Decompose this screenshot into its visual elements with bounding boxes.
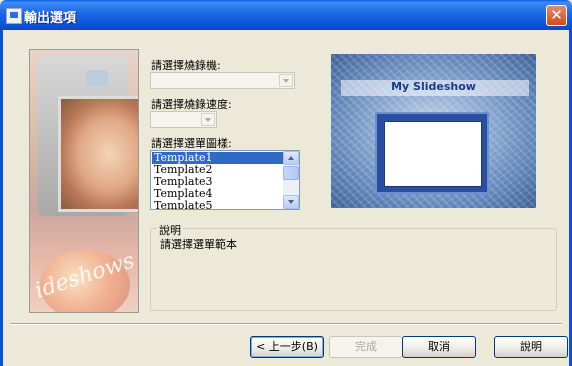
window-title: 輸出選項 — [24, 11, 77, 26]
finish-button[interactable]: 完成 — [329, 336, 403, 358]
camera-illustration — [38, 56, 138, 216]
template-scrollbar[interactable] — [283, 151, 299, 209]
speed-label: 請選擇燒錄速度: — [151, 98, 232, 111]
template-listbox[interactable]: Template1 Template2 Template3 Template4 … — [150, 150, 300, 210]
close-icon: ✕ — [550, 6, 563, 24]
camera-screen-photo — [58, 96, 138, 212]
burner-label: 請選擇燒錄機: — [151, 59, 221, 72]
camera-lens — [86, 70, 108, 86]
description-text: 請選擇選單範本 — [160, 238, 237, 251]
side-banner-image: ideshows M — [29, 49, 139, 313]
back-button[interactable]: < 上一步(B) — [250, 336, 324, 358]
burner-dropdown-icon[interactable] — [279, 74, 293, 87]
scroll-down-icon[interactable] — [283, 195, 299, 209]
dialog-window: 輸出選項 ✕ ideshows M 請選擇燒錄機: 請選擇燒錄速度: 請選擇選單… — [0, 0, 572, 366]
scroll-up-icon[interactable] — [283, 151, 299, 165]
app-icon — [6, 8, 22, 24]
scroll-thumb[interactable] — [283, 166, 299, 180]
template-label: 請選擇選單圖樣: — [151, 137, 232, 150]
burner-select[interactable] — [150, 72, 295, 89]
speed-select[interactable] — [150, 111, 217, 128]
close-button[interactable]: ✕ — [546, 5, 567, 26]
list-item[interactable]: Template5 — [152, 200, 284, 210]
cancel-button[interactable]: 取消 — [402, 336, 476, 358]
help-button[interactable]: 說明 — [494, 336, 568, 358]
window-border-left — [0, 30, 3, 366]
preview-title: My Slideshow — [391, 80, 476, 93]
speed-dropdown-icon[interactable] — [201, 113, 215, 126]
preview-photo-frame — [375, 112, 489, 194]
preview-photo-placeholder — [384, 121, 482, 187]
template-preview: My Slideshow — [331, 54, 536, 208]
button-separator — [10, 323, 562, 325]
title-bar[interactable]: 輸出選項 ✕ — [0, 0, 572, 30]
